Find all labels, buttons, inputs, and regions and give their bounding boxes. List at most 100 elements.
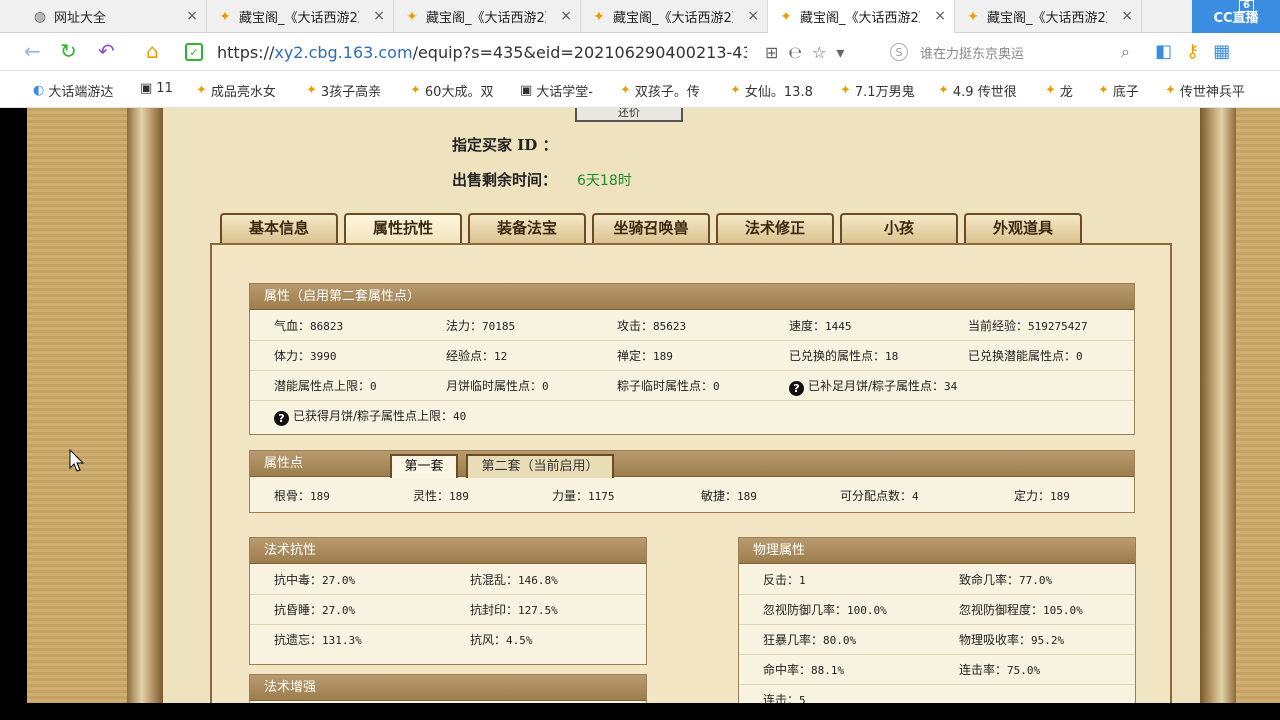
key-icon[interactable]: ⚷	[1186, 41, 1213, 62]
point-value: 189	[1050, 490, 1070, 503]
bookmark-item[interactable]: ▣ 大话学堂-	[520, 81, 593, 100]
attr-cell: 禅定：189	[617, 347, 673, 364]
close-icon[interactable]: ×	[373, 8, 385, 24]
undo-icon[interactable]: ↶	[98, 41, 115, 61]
bookmark-item[interactable]: ✦ 4.9 传世很	[938, 81, 1017, 100]
bookmark-label: 底子	[1112, 85, 1139, 100]
attr-value: 40	[453, 410, 467, 423]
grid-icon[interactable]: ⊞	[765, 43, 788, 62]
bookmark-item[interactable]: ✦ 60大成。双	[410, 81, 493, 100]
cbg-icon: ✦	[1045, 83, 1056, 98]
resist-cell: 抗遗忘：131.3%	[274, 631, 362, 648]
physical-key: 忽视防御程度：	[959, 603, 1044, 617]
bookmark-item[interactable]: ✦ 7.1万男鬼	[840, 81, 915, 100]
bookmark-label: 成品亮水女	[210, 85, 276, 100]
attr-value: 0	[1076, 350, 1083, 363]
attr-key: 禅定：	[617, 349, 654, 363]
physical-cell: 忽视防御程度：105.0%	[959, 601, 1083, 618]
point-cell: 定力：189	[1014, 487, 1070, 504]
attr-key: 速度：	[789, 319, 826, 333]
cbg-icon: ✦	[967, 8, 979, 25]
search-icon[interactable]: ⌕	[1121, 42, 1130, 62]
help-icon[interactable]: ?	[789, 381, 804, 396]
physical-key: 忽视防御几率：	[763, 603, 848, 617]
attr-value: 519275427	[1028, 320, 1088, 333]
star-icon[interactable]: ☆	[812, 43, 836, 62]
point-key: 定力：	[1014, 489, 1051, 503]
right-toolbar: ◧⚷▦	[1155, 41, 1244, 62]
tab-set-two[interactable]: 第二套（当前启用）	[466, 454, 614, 478]
cbg-icon: ✦	[196, 83, 207, 98]
search-placeholder: 谁在力挺东京奥运	[920, 46, 1025, 62]
resist-key: 抗混乱：	[470, 573, 519, 587]
screen: ◍ 网址大全 × ✦ 藏宝阁_《大话西游2》 × ✦ 藏宝阁_《大话西游2》 ×…	[0, 0, 1280, 720]
attr-value: 86823	[310, 320, 344, 333]
attr-key: 攻击：	[617, 319, 654, 333]
search-box[interactable]: S 谁在力挺东京奥运 ⌕	[890, 38, 1140, 66]
point-cell: 力量：1175	[552, 487, 615, 504]
chevron-down-icon[interactable]: ▾	[836, 43, 854, 62]
physical-cell: 连击：5	[763, 691, 806, 703]
home-icon[interactable]: ⌂	[146, 41, 159, 61]
bookmark-label: 4.9 传世很	[952, 85, 1017, 100]
browser-tab-cbg-4-active[interactable]: ✦ 藏宝阁_《大话西游2》 ×	[768, 0, 955, 33]
resist-cell: 抗昏睡：27.0%	[274, 601, 355, 618]
browser-tab-cbg-5[interactable]: ✦ 藏宝阁_《大话西游2》 ×	[955, 0, 1142, 33]
url-path: /equip?s=435&eid=202106290400213-435-H	[412, 42, 747, 62]
tab-title: 藏宝阁_《大话西游2》	[800, 11, 920, 26]
attr-cell: 潜能属性点上限：0	[274, 377, 377, 394]
browser-tab-cbg-2[interactable]: ✦ 藏宝阁_《大话西游2》 ×	[394, 0, 581, 33]
close-icon[interactable]: ×	[186, 8, 198, 24]
bookmark-item[interactable]: ✦ 女仙。13.8	[730, 81, 813, 100]
attr-cell: 已兑换潜能属性点：0	[968, 347, 1083, 364]
extension-icon[interactable]: ◧	[1155, 41, 1186, 62]
cc-live-badge[interactable]: 6 CC直播	[1192, 0, 1280, 33]
close-icon[interactable]: ×	[1121, 8, 1133, 24]
cbg-icon: ✦	[406, 8, 418, 25]
url-text[interactable]: https://xy2.cbg.163.com/equip?s=435&eid=…	[217, 43, 747, 62]
tab-set-one[interactable]: 第一套	[390, 454, 458, 478]
back-icon[interactable]: ←	[24, 41, 41, 61]
counter-offer-button[interactable]: 还价	[575, 108, 683, 122]
bookmark-item[interactable]: ◐ 大话端游达	[33, 81, 113, 100]
attr-value: 1445	[825, 320, 852, 333]
cbg-icon: ✦	[410, 83, 421, 98]
compat-icon[interactable]: ℮	[788, 43, 812, 62]
bookmark-item[interactable]: ✦ 底子	[1098, 81, 1139, 100]
point-key: 力量：	[552, 489, 589, 503]
grid-apps-icon[interactable]: ▦	[1213, 41, 1244, 62]
attr-key: 已兑换潜能属性点：	[968, 349, 1077, 363]
physical-key: 物理吸收率：	[959, 633, 1032, 647]
tab-child[interactable]: 小孩	[840, 213, 958, 243]
tab-equipment[interactable]: 装备法宝	[468, 213, 586, 243]
tab-mount-summon[interactable]: 坐骑召唤兽	[592, 213, 710, 243]
bookmark-item[interactable]: ✦ 龙	[1045, 81, 1073, 100]
tab-attributes[interactable]: 属性抗性	[344, 213, 462, 245]
bookmark-item[interactable]: ✦ 传世神兵平	[1165, 81, 1245, 100]
browser-tab-cbg-3[interactable]: ✦ 藏宝阁_《大话西游2》 ×	[581, 0, 768, 33]
left-decor	[27, 108, 135, 703]
tab-basic-info[interactable]: 基本信息	[220, 213, 338, 243]
attr-key: 气血：	[274, 319, 311, 333]
point-key: 根骨：	[274, 489, 311, 503]
browser-tab-home[interactable]: ◍ 网址大全 ×	[22, 0, 207, 33]
attr-key: 经验点：	[446, 349, 495, 363]
bookmark-item[interactable]: ✦ 3孩子高亲	[306, 81, 381, 100]
tab-appearance[interactable]: 外观道具	[964, 213, 1082, 243]
tab-title: 网址大全	[54, 11, 107, 26]
bookmark-label: 大话学堂-	[536, 85, 593, 100]
resist-key: 抗中毒：	[274, 573, 323, 587]
close-icon[interactable]: ×	[934, 8, 946, 24]
refresh-icon[interactable]: ↻	[60, 41, 77, 61]
bookmark-item[interactable]: ▣ 11	[140, 81, 173, 96]
close-icon[interactable]: ×	[560, 8, 572, 24]
bookmark-label: 双孩子。传	[634, 85, 700, 100]
browser-tab-cbg-1[interactable]: ✦ 藏宝阁_《大话西游2》 ×	[207, 0, 394, 33]
bookmark-item[interactable]: ✦ 成品亮水女	[196, 81, 276, 100]
bookmark-item[interactable]: ✦ 双孩子。传	[620, 81, 700, 100]
tab-spell-mod[interactable]: 法术修正	[716, 213, 834, 243]
close-icon[interactable]: ×	[747, 8, 759, 24]
point-cell: 敏捷：189	[701, 487, 757, 504]
help-icon[interactable]: ?	[274, 411, 289, 426]
physical-value: 1	[799, 574, 806, 587]
